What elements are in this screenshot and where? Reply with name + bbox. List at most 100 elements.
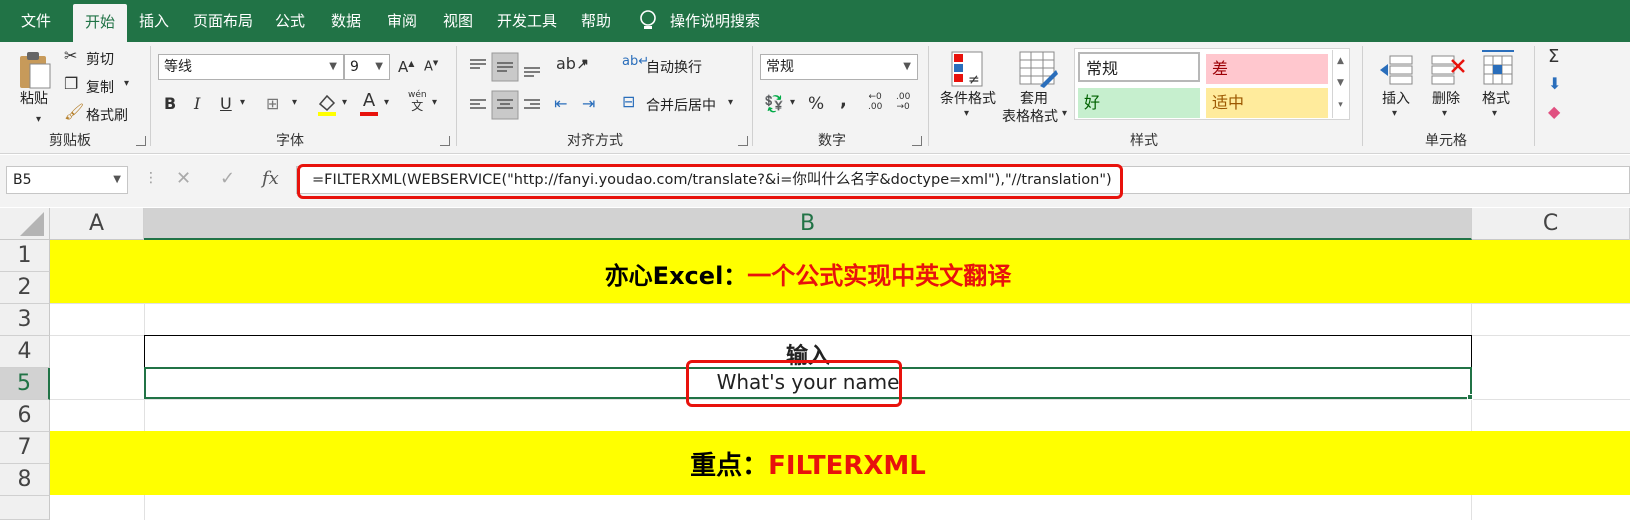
chevron-down-icon[interactable]: ▾ bbox=[36, 114, 41, 125]
chevron-down-icon[interactable]: ▾ bbox=[1442, 108, 1447, 119]
tab-view[interactable]: 视图 bbox=[436, 0, 480, 42]
tab-insert[interactable]: 插入 bbox=[132, 0, 176, 42]
delete-cells-button[interactable]: 删除 bbox=[1432, 88, 1460, 108]
chevron-down-icon[interactable]: ▾ bbox=[790, 97, 795, 108]
font-size-combo[interactable]: 9 ▼ bbox=[344, 54, 390, 80]
tell-me-search[interactable]: 操作说明搜索 bbox=[668, 0, 762, 42]
conditional-format-button[interactable]: 条件格式 bbox=[940, 88, 996, 108]
insert-cells-icon[interactable] bbox=[1378, 48, 1416, 88]
enter-icon[interactable]: ✓ bbox=[220, 168, 235, 189]
number-format-combo[interactable]: 常规 ▼ bbox=[760, 54, 918, 80]
select-all-button[interactable] bbox=[0, 208, 50, 240]
row-header-8[interactable]: 8 bbox=[0, 464, 50, 496]
column-header-c[interactable]: C bbox=[1472, 208, 1630, 240]
format-as-table-label-1[interactable]: 套用 bbox=[1020, 88, 1048, 108]
tab-file[interactable]: 文件 bbox=[8, 0, 64, 42]
chevron-down-icon[interactable]: ▾ bbox=[728, 97, 733, 108]
paste-icon[interactable] bbox=[18, 50, 52, 90]
format-painter-button[interactable]: 格式刷 bbox=[86, 105, 128, 125]
decrease-indent-icon[interactable]: ⇤ bbox=[554, 94, 567, 113]
tab-page-layout[interactable]: 页面布局 bbox=[186, 0, 260, 42]
copy-button[interactable]: 复制 bbox=[86, 77, 114, 97]
clipboard-launcher-icon[interactable] bbox=[136, 136, 146, 146]
vertical-align-icons[interactable] bbox=[466, 52, 546, 82]
row-header-7[interactable]: 7 bbox=[0, 432, 50, 464]
tab-formulas[interactable]: 公式 bbox=[268, 0, 312, 42]
format-cells-button[interactable]: 格式 bbox=[1482, 88, 1510, 108]
column-header-a[interactable]: A bbox=[50, 208, 144, 240]
increase-indent-icon[interactable]: ⇥ bbox=[582, 94, 595, 113]
fill-icon[interactable]: ⬇ bbox=[1548, 74, 1561, 93]
format-painter-icon[interactable]: 🖌 bbox=[64, 102, 84, 121]
conditional-format-icon[interactable]: ≠ bbox=[950, 50, 986, 90]
border-icon[interactable]: ⊞ bbox=[266, 94, 279, 113]
name-box[interactable]: B5 ▼ bbox=[6, 166, 128, 194]
row-header-2[interactable]: 2 bbox=[0, 272, 50, 304]
chevron-down-icon[interactable]: ▾ bbox=[582, 58, 587, 69]
delete-cells-icon[interactable] bbox=[1430, 48, 1468, 88]
alignment-launcher-icon[interactable] bbox=[738, 136, 748, 146]
horizontal-align-icons[interactable] bbox=[466, 90, 546, 120]
font-launcher-icon[interactable] bbox=[440, 136, 450, 146]
fill-handle[interactable] bbox=[1467, 394, 1473, 400]
merge-center-icon[interactable]: ⊟ bbox=[622, 92, 635, 111]
increase-font-icon[interactable]: A▲ bbox=[398, 58, 414, 76]
chevron-down-icon[interactable]: ▾ bbox=[384, 97, 389, 108]
chevron-down-icon[interactable]: ▾ bbox=[124, 78, 129, 89]
row-header-1[interactable]: 1 bbox=[0, 240, 50, 272]
chevron-down-icon[interactable]: ▾ bbox=[1392, 108, 1397, 119]
font-color-icon[interactable]: A bbox=[358, 90, 380, 116]
row-header-5[interactable]: 5 bbox=[0, 368, 50, 400]
style-bad[interactable]: 差 bbox=[1206, 54, 1328, 84]
tab-developer[interactable]: 开发工具 bbox=[490, 0, 564, 42]
row-header-9[interactable] bbox=[0, 496, 50, 520]
style-good[interactable]: 好 bbox=[1078, 88, 1200, 118]
underline-button[interactable]: U bbox=[220, 94, 232, 113]
font-name-combo[interactable]: 等线 ▼ bbox=[158, 54, 344, 80]
tab-data[interactable]: 数据 bbox=[324, 0, 368, 42]
row-header-3[interactable]: 3 bbox=[0, 304, 50, 336]
increase-decimal-icon[interactable]: ←0.00 bbox=[868, 92, 882, 112]
format-as-table-button[interactable]: 表格格式 bbox=[1002, 106, 1058, 126]
column-header-b[interactable]: B bbox=[144, 208, 1472, 240]
paste-button[interactable]: 粘贴 bbox=[20, 88, 48, 108]
number-launcher-icon[interactable] bbox=[912, 136, 922, 146]
chevron-down-icon[interactable]: ▾ bbox=[964, 108, 969, 119]
copy-icon[interactable]: ❐ bbox=[64, 74, 78, 93]
chevron-down-icon[interactable]: ▾ bbox=[292, 97, 297, 108]
percent-button[interactable]: % bbox=[808, 94, 824, 114]
fill-color-icon[interactable] bbox=[316, 92, 338, 116]
cancel-icon[interactable]: ✕ bbox=[176, 168, 191, 189]
row-header-6[interactable]: 6 bbox=[0, 400, 50, 432]
autosum-icon[interactable]: Σ bbox=[1548, 46, 1559, 67]
insert-function-button[interactable]: fx bbox=[262, 168, 279, 189]
chevron-down-icon[interactable]: ▾ bbox=[342, 97, 347, 108]
chevron-down-icon[interactable]: ▾ bbox=[1492, 108, 1497, 119]
bold-button[interactable]: B bbox=[164, 94, 176, 113]
decrease-decimal-icon[interactable]: .00 →0 bbox=[896, 92, 910, 112]
decrease-font-icon[interactable]: A▼ bbox=[424, 59, 438, 74]
style-normal[interactable]: 常规 bbox=[1078, 52, 1200, 82]
merge-center-button[interactable]: 合并后居中 bbox=[646, 95, 716, 115]
lightbulb-icon bbox=[636, 0, 660, 42]
wrap-text-button[interactable]: 自动换行 bbox=[646, 57, 702, 77]
cut-button[interactable]: 剪切 bbox=[86, 49, 114, 69]
scissors-icon[interactable]: ✂ bbox=[64, 46, 77, 65]
comma-style-button[interactable]: , bbox=[840, 90, 847, 111]
tab-home[interactable]: 开始 bbox=[73, 4, 127, 42]
format-as-table-icon[interactable] bbox=[1018, 50, 1058, 90]
accounting-format-icon[interactable]: 💱 bbox=[764, 94, 784, 113]
chevron-down-icon[interactable]: ▾ bbox=[432, 97, 437, 108]
row-header-4[interactable]: 4 bbox=[0, 336, 50, 368]
insert-cells-button[interactable]: 插入 bbox=[1382, 88, 1410, 108]
clear-icon[interactable]: ◆ bbox=[1548, 102, 1560, 121]
chevron-down-icon[interactable]: ▾ bbox=[240, 97, 245, 108]
tab-help[interactable]: 帮助 bbox=[574, 0, 618, 42]
italic-button[interactable]: I bbox=[194, 94, 200, 113]
style-neutral[interactable]: 适中 bbox=[1206, 88, 1328, 118]
chevron-down-icon[interactable]: ▾ bbox=[1062, 108, 1067, 119]
gallery-scroll[interactable]: ▲ ▼ ▾ bbox=[1332, 50, 1348, 118]
phonetic-guide-icon[interactable]: wén 文 bbox=[408, 90, 427, 112]
format-cells-icon[interactable] bbox=[1480, 48, 1516, 88]
tab-review[interactable]: 审阅 bbox=[380, 0, 424, 42]
